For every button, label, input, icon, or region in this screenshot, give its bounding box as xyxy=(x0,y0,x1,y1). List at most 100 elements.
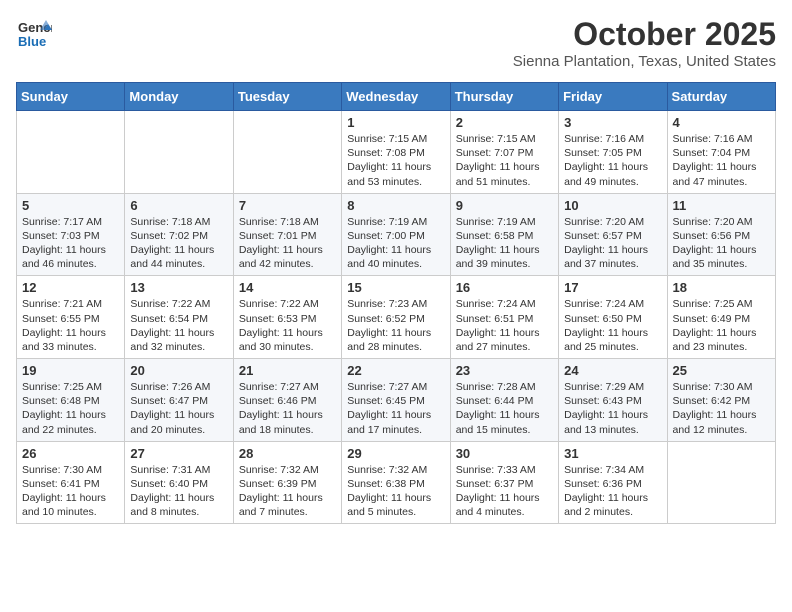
calendar-cell xyxy=(667,441,775,524)
cell-content: Sunrise: 7:18 AMSunset: 7:02 PMDaylight:… xyxy=(130,215,227,272)
calendar-cell: 22 Sunrise: 7:27 AMSunset: 6:45 PMDayligh… xyxy=(342,359,450,442)
day-number: 12 xyxy=(22,280,119,295)
day-number: 2 xyxy=(456,115,553,130)
cell-content: Sunrise: 7:33 AMSunset: 6:37 PMDaylight:… xyxy=(456,463,553,520)
column-header-saturday: Saturday xyxy=(667,83,775,111)
cell-content: Sunrise: 7:19 AMSunset: 6:58 PMDaylight:… xyxy=(456,215,553,272)
day-number: 30 xyxy=(456,446,553,461)
cell-content: Sunrise: 7:22 AMSunset: 6:53 PMDaylight:… xyxy=(239,297,336,354)
cell-content: Sunrise: 7:24 AMSunset: 6:50 PMDaylight:… xyxy=(564,297,661,354)
day-number: 23 xyxy=(456,363,553,378)
logo: General Blue xyxy=(16,16,52,57)
calendar-cell: 14 Sunrise: 7:22 AMSunset: 6:53 PMDayligh… xyxy=(233,276,341,359)
calendar-cell: 17 Sunrise: 7:24 AMSunset: 6:50 PMDayligh… xyxy=(559,276,667,359)
calendar-cell: 24 Sunrise: 7:29 AMSunset: 6:43 PMDayligh… xyxy=(559,359,667,442)
cell-content: Sunrise: 7:16 AMSunset: 7:04 PMDaylight:… xyxy=(673,132,770,189)
location: Sienna Plantation, Texas, United States xyxy=(513,53,776,70)
day-number: 1 xyxy=(347,115,444,130)
calendar-cell: 4Sunrise: 7:16 AMSunset: 7:04 PMDaylight… xyxy=(667,111,775,194)
calendar-cell: 21 Sunrise: 7:27 AMSunset: 6:46 PMDayligh… xyxy=(233,359,341,442)
cell-content: Sunrise: 7:16 AMSunset: 7:05 PMDaylight:… xyxy=(564,132,661,189)
calendar-cell: 30 Sunrise: 7:33 AMSunset: 6:37 PMDayligh… xyxy=(450,441,558,524)
day-number: 19 xyxy=(22,363,119,378)
calendar-cell: 25 Sunrise: 7:30 AMSunset: 6:42 PMDayligh… xyxy=(667,359,775,442)
calendar-cell: 23 Sunrise: 7:28 AMSunset: 6:44 PMDayligh… xyxy=(450,359,558,442)
calendar-cell: 28 Sunrise: 7:32 AMSunset: 6:39 PMDayligh… xyxy=(233,441,341,524)
calendar-cell: 20 Sunrise: 7:26 AMSunset: 6:47 PMDayligh… xyxy=(125,359,233,442)
calendar-cell: 27 Sunrise: 7:31 AMSunset: 6:40 PMDayligh… xyxy=(125,441,233,524)
day-number: 20 xyxy=(130,363,227,378)
svg-text:Blue: Blue xyxy=(18,34,46,49)
calendar-cell: 6 Sunrise: 7:18 AMSunset: 7:02 PMDaylight… xyxy=(125,193,233,276)
calendar-cell: 7 Sunrise: 7:18 AMSunset: 7:01 PMDaylight… xyxy=(233,193,341,276)
column-header-tuesday: Tuesday xyxy=(233,83,341,111)
title-block: October 2025 Sienna Plantation, Texas, U… xyxy=(513,16,776,70)
calendar-cell: 5 Sunrise: 7:17 AMSunset: 7:03 PMDaylight… xyxy=(17,193,125,276)
day-number: 24 xyxy=(564,363,661,378)
column-header-thursday: Thursday xyxy=(450,83,558,111)
column-header-wednesday: Wednesday xyxy=(342,83,450,111)
calendar-cell: 31 Sunrise: 7:34 AMSunset: 6:36 PMDayligh… xyxy=(559,441,667,524)
cell-content: Sunrise: 7:32 AMSunset: 6:39 PMDaylight:… xyxy=(239,463,336,520)
calendar-cell: 16Sunrise: 7:24 AMSunset: 6:51 PMDayligh… xyxy=(450,276,558,359)
cell-content: Sunrise: 7:30 AMSunset: 6:42 PMDaylight:… xyxy=(673,380,770,437)
day-number: 13 xyxy=(130,280,227,295)
day-number: 15 xyxy=(347,280,444,295)
day-number: 22 xyxy=(347,363,444,378)
logo-icon: General Blue xyxy=(16,16,52,57)
calendar-cell xyxy=(17,111,125,194)
day-number: 16 xyxy=(456,280,553,295)
day-number: 9 xyxy=(456,198,553,213)
cell-content: Sunrise: 7:15 AMSunset: 7:08 PMDaylight:… xyxy=(347,132,444,189)
calendar-cell: 1 Sunrise: 7:15 AMSunset: 7:08 PMDaylight… xyxy=(342,111,450,194)
day-number: 31 xyxy=(564,446,661,461)
cell-content: Sunrise: 7:20 AMSunset: 6:57 PMDaylight:… xyxy=(564,215,661,272)
day-number: 6 xyxy=(130,198,227,213)
month-title: October 2025 xyxy=(513,16,776,53)
cell-content: Sunrise: 7:17 AMSunset: 7:03 PMDaylight:… xyxy=(22,215,119,272)
calendar-cell xyxy=(233,111,341,194)
cell-content: Sunrise: 7:25 AMSunset: 6:48 PMDaylight:… xyxy=(22,380,119,437)
day-number: 14 xyxy=(239,280,336,295)
day-number: 7 xyxy=(239,198,336,213)
calendar-cell: 29Sunrise: 7:32 AMSunset: 6:38 PMDayligh… xyxy=(342,441,450,524)
day-number: 28 xyxy=(239,446,336,461)
cell-content: Sunrise: 7:23 AMSunset: 6:52 PMDaylight:… xyxy=(347,297,444,354)
cell-content: Sunrise: 7:18 AMSunset: 7:01 PMDaylight:… xyxy=(239,215,336,272)
cell-content: Sunrise: 7:34 AMSunset: 6:36 PMDaylight:… xyxy=(564,463,661,520)
cell-content: Sunrise: 7:27 AMSunset: 6:46 PMDaylight:… xyxy=(239,380,336,437)
column-header-monday: Monday xyxy=(125,83,233,111)
calendar-cell: 11Sunrise: 7:20 AMSunset: 6:56 PMDayligh… xyxy=(667,193,775,276)
calendar-cell: 13Sunrise: 7:22 AMSunset: 6:54 PMDayligh… xyxy=(125,276,233,359)
day-number: 26 xyxy=(22,446,119,461)
cell-content: Sunrise: 7:31 AMSunset: 6:40 PMDaylight:… xyxy=(130,463,227,520)
calendar-cell: 19 Sunrise: 7:25 AMSunset: 6:48 PMDayligh… xyxy=(17,359,125,442)
calendar-cell: 15 Sunrise: 7:23 AMSunset: 6:52 PMDayligh… xyxy=(342,276,450,359)
column-header-sunday: Sunday xyxy=(17,83,125,111)
day-number: 10 xyxy=(564,198,661,213)
day-number: 18 xyxy=(673,280,770,295)
cell-content: Sunrise: 7:32 AMSunset: 6:38 PMDaylight:… xyxy=(347,463,444,520)
day-number: 27 xyxy=(130,446,227,461)
cell-content: Sunrise: 7:25 AMSunset: 6:49 PMDaylight:… xyxy=(673,297,770,354)
cell-content: Sunrise: 7:29 AMSunset: 6:43 PMDaylight:… xyxy=(564,380,661,437)
page-header: General Blue October 2025 Sienna Plantat… xyxy=(16,16,776,70)
cell-content: Sunrise: 7:27 AMSunset: 6:45 PMDaylight:… xyxy=(347,380,444,437)
calendar-cell: 18 Sunrise: 7:25 AMSunset: 6:49 PMDayligh… xyxy=(667,276,775,359)
day-number: 21 xyxy=(239,363,336,378)
calendar-cell: 3 Sunrise: 7:16 AMSunset: 7:05 PMDaylight… xyxy=(559,111,667,194)
calendar-cell: 8Sunrise: 7:19 AMSunset: 7:00 PMDaylight… xyxy=(342,193,450,276)
cell-content: Sunrise: 7:20 AMSunset: 6:56 PMDaylight:… xyxy=(673,215,770,272)
cell-content: Sunrise: 7:28 AMSunset: 6:44 PMDaylight:… xyxy=(456,380,553,437)
cell-content: Sunrise: 7:21 AMSunset: 6:55 PMDaylight:… xyxy=(22,297,119,354)
day-number: 5 xyxy=(22,198,119,213)
cell-content: Sunrise: 7:19 AMSunset: 7:00 PMDaylight:… xyxy=(347,215,444,272)
day-number: 3 xyxy=(564,115,661,130)
calendar-cell xyxy=(125,111,233,194)
cell-content: Sunrise: 7:30 AMSunset: 6:41 PMDaylight:… xyxy=(22,463,119,520)
cell-content: Sunrise: 7:26 AMSunset: 6:47 PMDaylight:… xyxy=(130,380,227,437)
column-header-friday: Friday xyxy=(559,83,667,111)
day-number: 17 xyxy=(564,280,661,295)
day-number: 25 xyxy=(673,363,770,378)
cell-content: Sunrise: 7:15 AMSunset: 7:07 PMDaylight:… xyxy=(456,132,553,189)
